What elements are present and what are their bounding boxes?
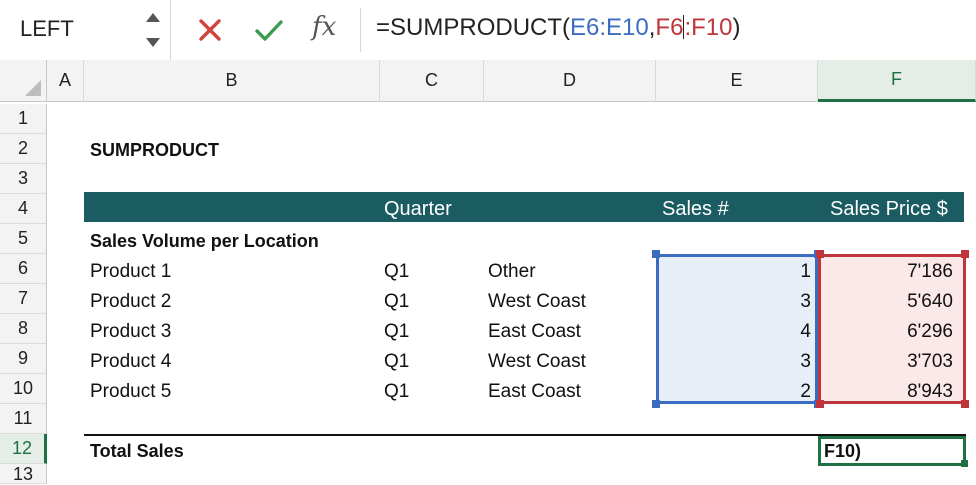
cell-quarter[interactable]: Q1 xyxy=(384,381,409,403)
cell-product[interactable]: Product 5 xyxy=(90,381,171,403)
column-header-c[interactable]: C xyxy=(380,60,484,102)
cell-location[interactable]: East Coast xyxy=(488,381,581,403)
name-box-stepper-icon[interactable] xyxy=(143,8,163,52)
column-header-a[interactable]: A xyxy=(47,60,84,102)
row-header-13[interactable]: 13 xyxy=(0,464,47,484)
formula-ref-red-start: F6 xyxy=(655,14,684,41)
row-header-9[interactable]: 9 xyxy=(0,344,47,374)
range-handle-blue[interactable] xyxy=(652,400,660,408)
cell-price[interactable]: 6'296 xyxy=(822,321,953,343)
row-header-10[interactable]: 10 xyxy=(0,374,47,404)
cell-price[interactable]: 5'640 xyxy=(822,291,953,313)
cell-price[interactable]: 3'703 xyxy=(822,351,953,373)
select-all-corner[interactable] xyxy=(0,60,47,102)
range-handle-red[interactable] xyxy=(961,400,969,408)
row-header-5[interactable]: 5 xyxy=(0,224,47,254)
formula-suffix: ) xyxy=(732,14,741,41)
row-header-1[interactable]: 1 xyxy=(0,104,47,134)
cell-product[interactable]: Product 2 xyxy=(90,291,171,313)
cell-price[interactable]: 7'186 xyxy=(822,261,953,283)
header-sales-price: Sales Price $ xyxy=(830,198,948,220)
cell-location[interactable]: East Coast xyxy=(488,321,581,343)
cell-product[interactable]: Product 3 xyxy=(90,321,171,343)
row-header-11[interactable]: 11 xyxy=(0,404,47,434)
sheet-title[interactable]: SUMPRODUCT xyxy=(90,140,219,161)
cell-price[interactable]: 8'943 xyxy=(822,381,953,403)
row-header-4[interactable]: 4 xyxy=(0,194,47,224)
enter-check-icon[interactable] xyxy=(252,12,286,48)
column-header-d[interactable]: D xyxy=(484,60,656,102)
cell-quarter[interactable]: Q1 xyxy=(384,321,409,343)
header-sales-number: Sales # xyxy=(662,198,729,220)
fill-handle[interactable] xyxy=(961,460,968,467)
row-header-12[interactable]: 12 xyxy=(0,434,47,464)
cell-sales[interactable]: 1 xyxy=(660,261,811,283)
cell-quarter[interactable]: Q1 xyxy=(384,291,409,313)
cancel-icon[interactable] xyxy=(193,12,227,48)
column-header-f[interactable]: F xyxy=(818,60,976,102)
insert-function-icon[interactable]: fx xyxy=(312,12,336,42)
cell-product[interactable]: Product 4 xyxy=(90,351,171,373)
formula-input[interactable]: =SUMPRODUCT(E6:E10,F6:F10) xyxy=(376,14,740,42)
cell-quarter[interactable]: Q1 xyxy=(384,351,409,373)
formula-ref-red-end: :F10 xyxy=(684,14,733,41)
range-handle-red[interactable] xyxy=(961,250,969,258)
formula-bar-divider xyxy=(360,8,361,52)
total-sales-label[interactable]: Total Sales xyxy=(90,441,184,462)
name-box[interactable]: LEFT xyxy=(0,0,171,60)
header-quarter: Quarter xyxy=(384,198,452,220)
name-box-value: LEFT xyxy=(20,16,74,41)
row-header-2[interactable]: 2 xyxy=(0,134,47,164)
formula-prefix: =SUMPRODUCT( xyxy=(376,14,571,41)
column-header-e[interactable]: E xyxy=(656,60,818,102)
cell-location[interactable]: Other xyxy=(488,261,536,283)
range-handle-red[interactable] xyxy=(816,250,824,258)
cell-quarter[interactable]: Q1 xyxy=(384,261,409,283)
cell-sales[interactable]: 4 xyxy=(660,321,811,343)
section-label[interactable]: Sales Volume per Location xyxy=(90,231,319,252)
row-header-6[interactable]: 6 xyxy=(0,254,47,284)
row-header-7[interactable]: 7 xyxy=(0,284,47,314)
column-header-b[interactable]: B xyxy=(84,60,380,102)
cell-sales[interactable]: 3 xyxy=(660,351,811,373)
cell-sales[interactable]: 3 xyxy=(660,291,811,313)
active-cell-text[interactable]: F10) xyxy=(824,441,861,462)
row-header-3[interactable]: 3 xyxy=(0,164,47,194)
row-header-8[interactable]: 8 xyxy=(0,314,47,344)
formula-ref-blue: E6:E10 xyxy=(570,14,649,41)
cell-sales[interactable]: 2 xyxy=(660,381,811,403)
cell-location[interactable]: West Coast xyxy=(488,351,586,373)
range-handle-blue[interactable] xyxy=(652,250,660,258)
cell-product[interactable]: Product 1 xyxy=(90,261,171,283)
select-all-triangle-icon xyxy=(25,80,41,96)
cell-location[interactable]: West Coast xyxy=(488,291,586,313)
formula-bar: LEFT fx =SUMPRODUCT(E6:E10,F6:F10) xyxy=(0,0,976,61)
